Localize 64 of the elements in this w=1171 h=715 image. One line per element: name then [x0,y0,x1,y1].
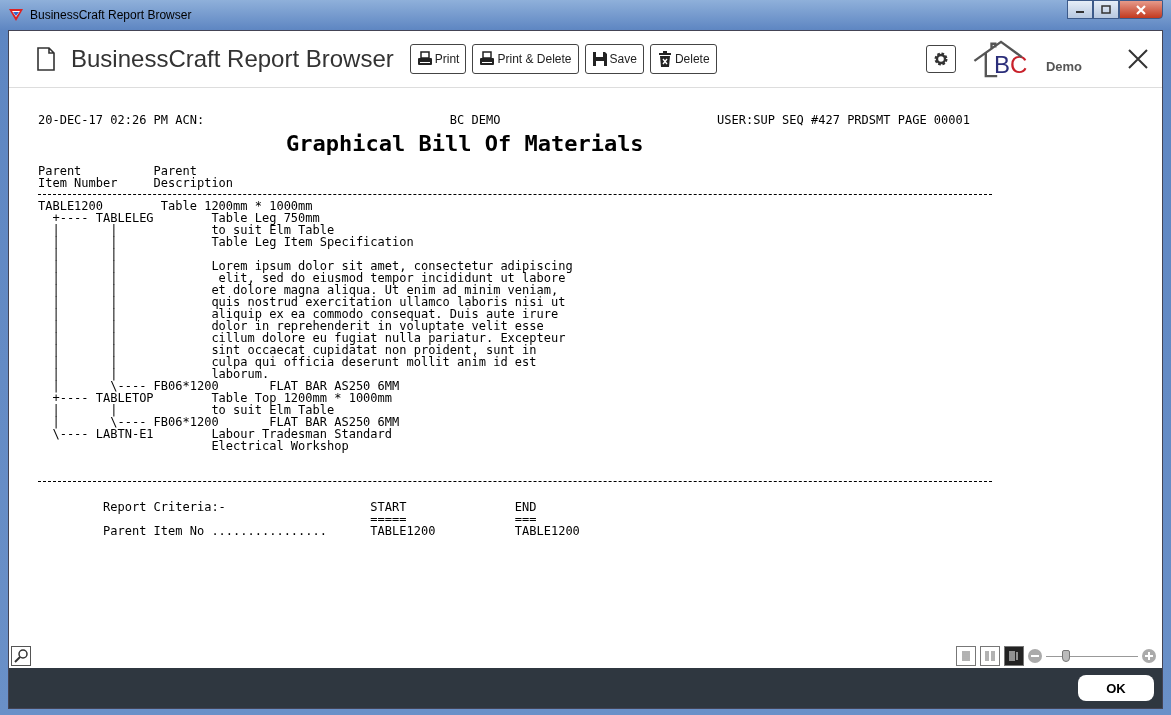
report-line: | | quis nostrud exercitation ullamco laboris nisi ut [51,296,567,308]
minus-icon [1028,649,1042,663]
report-line: | | cillum dolore eu fugiat nulla pariatur. Excepteur [51,332,567,344]
column-heading: Item Number Description [38,177,235,189]
close-icon [1135,4,1147,15]
report-line: | | sint occaecat cupidatat non proident, sunt in [51,344,537,356]
column-heading: Parent Parent [38,165,197,177]
report-line: | | to suit Elm Table [51,404,336,416]
report-line: | | dolor in reprehenderit in voluptate velit esse [51,320,545,332]
app-title: BusinessCraft Report Browser [71,45,394,73]
report-line: \---- LABTN-E1 Labour Tradesman Standard [51,428,393,440]
page-info: USER:SUP SEQ #427 PRDSMT PAGE 00001 [717,114,970,126]
report-line: | | to suit Elm Table [51,224,335,236]
print-button[interactable]: Print [409,44,467,74]
report-line: | | culpa qui officia deserunt mollit anim id est [51,356,538,368]
page-layout-icon [959,649,973,663]
company-code: BC DEMO [449,114,502,126]
close-button[interactable] [1128,49,1148,69]
report-line: | \---- FB06*1200 FLAT BAR AS250 6MM [51,380,401,392]
company-name: Demo [1045,58,1082,74]
page-layout-icon [983,649,997,663]
report-title: Graphical Bill Of Materials [285,130,645,158]
report-line: | \---- FB06*1200 FLAT BAR AS250 6MM [51,416,401,428]
close-button[interactable] [1119,0,1163,19]
printer-icon [479,51,496,67]
criteria-line: Parent Item No ................ TABLE1200 TABLE1200 [102,525,581,537]
report-line: +---- TABLETOP Table Top 1200mm * 1000mm [51,392,393,404]
report-line: | | elit, sed do eiusmod tempor incididunt ut labore [51,272,566,284]
settings-icon [932,51,949,67]
close-icon [1128,49,1148,69]
search-icon [13,648,29,664]
settings-button[interactable] [925,45,956,73]
report-line: +---- TABLELEG Table Leg 750mm [51,212,320,224]
slider-thumb[interactable] [1062,650,1071,662]
report-line: | | laborum. [51,368,270,380]
window-title: BusinessCraft Report Browser [30,8,193,22]
plus-icon [1142,649,1156,663]
report-line: | | [51,248,119,260]
ok-button[interactable]: OK [1078,675,1154,701]
view-mode-button[interactable] [980,646,1000,666]
report-line: TABLE1200 Table 1200mm * 1000mm [38,200,314,212]
report-line: Electrical Workshop [210,440,350,452]
delete-button[interactable]: Delete [649,44,717,74]
view-mode-button[interactable] [1004,646,1024,666]
view-mode-button[interactable] [956,646,976,666]
report-date: 20-DEC-17 02:26 PM ACN: [38,114,206,126]
report-line: | | aliquip ex ea commodo consequat. Duis aute irure [51,308,560,320]
print-button[interactable]: Print & Delete [472,44,579,74]
report-line: | | Table Leg Item Specification [51,236,415,248]
trash-icon [656,51,673,67]
minimize-button[interactable] [1067,0,1093,19]
company-logo: BC [971,40,1030,78]
search-button[interactable] [11,646,31,666]
report-line: | | Lorem ipsum dolor sit amet, consectetur adipiscing [51,260,574,272]
document-icon [37,47,55,71]
criteria-line: ===== === [369,513,538,525]
criteria-line: Report Criteria:- START END [102,501,538,513]
app-logo-icon [8,7,24,23]
maximize-icon [1100,4,1112,15]
save-button[interactable]: Save [584,44,644,74]
page-layout-icon [1007,649,1021,663]
printer-icon [416,51,433,67]
report-line: | | et dolore magna aliqua. Ut enim ad minim veniam, [51,284,560,296]
maximize-button[interactable] [1093,0,1119,19]
